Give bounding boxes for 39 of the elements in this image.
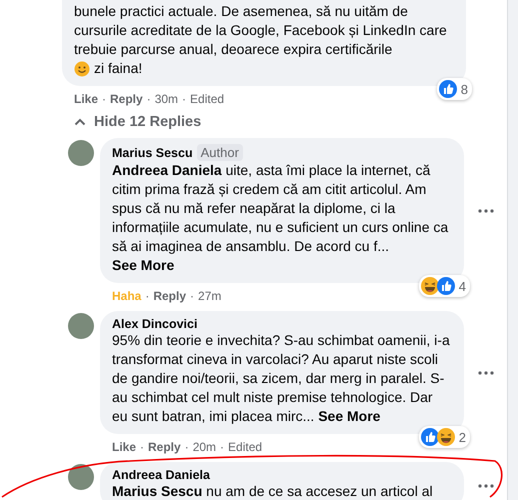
reaction-badge[interactable]: 4 — [418, 275, 470, 297]
mention-link[interactable]: Marius Sescu — [112, 483, 202, 499]
avatar[interactable] — [68, 140, 94, 166]
separator-dot: · — [190, 289, 194, 303]
separator-dot: · — [140, 440, 144, 454]
hide-replies-button[interactable]: Hide 12 Replies — [62, 108, 202, 138]
mention-link[interactable]: Andreea Daniela — [112, 162, 222, 178]
see-more-link[interactable]: See More — [112, 257, 174, 273]
separator-dot: · — [145, 289, 150, 303]
author-name[interactable]: Marius Sescu — [112, 146, 193, 160]
reaction-badge[interactable]: 8 — [436, 78, 472, 100]
reply-link[interactable]: Reply — [110, 92, 143, 106]
reaction-badge[interactable]: 2 — [418, 426, 470, 448]
separator-dot: · — [220, 440, 224, 454]
smiley-icon — [74, 60, 90, 76]
reply-link[interactable]: Reply — [148, 440, 181, 454]
chevron-up-icon — [74, 118, 86, 126]
author-name[interactable]: Alex Dincovici — [112, 317, 198, 331]
timestamp: 30m — [154, 92, 178, 106]
comment-text: 95% din teorie e invechita? S-au schimbat oamenii, i-a transformat cineva in varcolaci? Au aparut niste scoli de gandire noi/teorii, sa zicem, dar merg in paralel. S-au schimbat cel mult niste premise tehnologice. Dar eu sunt batran, imi placea mirc... See More — [112, 331, 451, 426]
author-name[interactable]: Andreea Daniela — [112, 468, 210, 482]
comment-text: Andreea Daniela uite, asta îmi place la internet, că citim prima frază și credem că am citit articolul. Am spus că nu mă refer neapărat la diplome, ci la informațiile acumulate, nu e suficient un curs online ca să ai imaginea de ansamblu. De acord cu f... See More — [112, 161, 450, 275]
like-link[interactable]: Like — [74, 92, 98, 106]
separator-dot: · — [102, 92, 106, 106]
reaction-link[interactable]: Like — [112, 440, 136, 454]
author-badge: Author — [196, 144, 243, 161]
separator-dot: · — [146, 92, 151, 106]
timestamp: 27m — [198, 289, 222, 303]
edited-label: Edited — [228, 440, 262, 454]
comment-text: zi faina! — [94, 59, 142, 78]
separator-dot: · — [184, 440, 189, 454]
comment-text: Marius Sescu nu am de ce sa accesez un articol al — [112, 482, 434, 500]
avatar[interactable] — [68, 464, 94, 490]
separator-dot: · — [182, 92, 186, 106]
avatar[interactable] — [68, 313, 94, 339]
timestamp: 20m — [192, 440, 216, 454]
reply-link[interactable]: Reply — [153, 289, 186, 303]
edited-label: Edited — [190, 92, 224, 106]
see-more-link[interactable]: See More — [318, 408, 380, 424]
